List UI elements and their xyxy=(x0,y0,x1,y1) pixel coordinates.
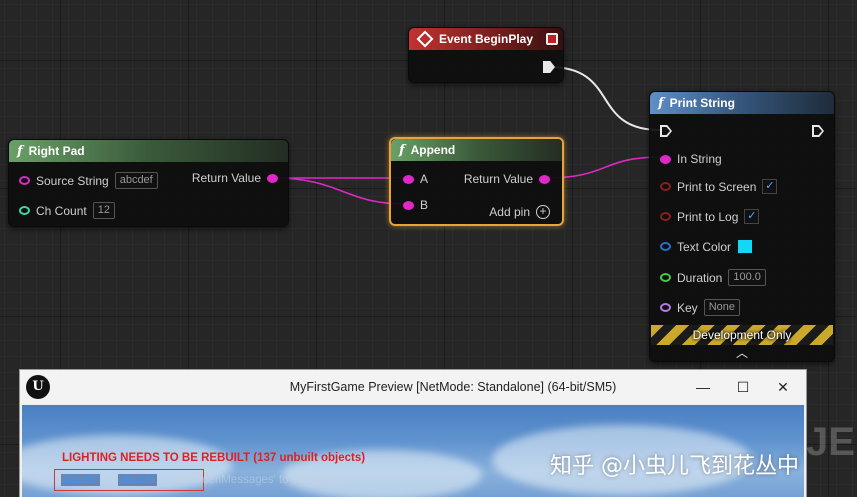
print-to-screen-checkbox[interactable]: ✓ xyxy=(762,179,778,194)
function-icon: f xyxy=(399,142,405,158)
key-label: Key xyxy=(677,300,698,315)
event-beginplay-header: Event BeginPlay xyxy=(409,28,563,50)
in-string-pin[interactable] xyxy=(660,154,671,164)
add-pin-label: Add pin xyxy=(489,205,530,219)
print-to-log-pin[interactable] xyxy=(660,212,671,221)
lighting-rebuild-warning: LIGHTING NEEDS TO BE REBUILT (137 unbuil… xyxy=(62,452,366,464)
append-title: Append xyxy=(410,143,456,157)
string-wire-rightpad-to-b xyxy=(273,177,406,205)
ch-count-label: Ch Count xyxy=(36,203,87,218)
right-pad-return-pin[interactable] xyxy=(267,173,278,183)
maximize-button[interactable]: ☐ xyxy=(728,376,758,398)
print-to-log-checkbox[interactable]: ✓ xyxy=(744,209,760,224)
right-pad-title: Right Pad xyxy=(28,144,85,158)
print-string-title: Print String xyxy=(669,96,735,110)
development-only-label: Development Only xyxy=(692,328,792,342)
append-b-label: B xyxy=(420,198,429,212)
append-header: f Append xyxy=(391,139,562,161)
right-pad-header: f Right Pad xyxy=(9,140,288,162)
print-to-screen-pin[interactable] xyxy=(660,182,671,191)
right-pad-node[interactable]: f Right Pad Source String abcdef Ch Coun… xyxy=(8,139,289,227)
corner-fragment: JE xyxy=(806,420,855,464)
exec-in-pin[interactable] xyxy=(660,125,672,137)
event-beginplay-node[interactable]: Event BeginPlay xyxy=(408,27,564,83)
minimize-button[interactable]: — xyxy=(688,376,718,398)
event-diamond-icon xyxy=(416,30,434,48)
append-node[interactable]: f Append A B Return Value Add pin + xyxy=(389,137,564,226)
function-icon: f xyxy=(17,143,23,159)
print-string-node[interactable]: f Print String In String Print to Screen… xyxy=(649,91,835,362)
function-icon: f xyxy=(658,95,664,111)
duration-pin[interactable] xyxy=(660,273,671,282)
source-string-input[interactable]: abcdef xyxy=(114,172,158,189)
preview-titlebar[interactable]: U MyFirstGame Preview [NetMode: Standalo… xyxy=(20,370,806,404)
watermark: 知乎 @小虫儿飞到花丛中 xyxy=(550,454,799,479)
event-beginplay-title: Event BeginPlay xyxy=(439,32,534,46)
screen-message: abcdef xyxy=(118,474,157,486)
source-string-pin[interactable] xyxy=(19,176,30,185)
ch-count-input[interactable]: 12 xyxy=(92,202,115,219)
collapse-arrow-icon[interactable]: ︿ xyxy=(736,347,748,359)
ch-count-pin[interactable] xyxy=(19,206,30,215)
duration-label: Duration xyxy=(677,270,723,285)
right-pad-return-label: Return Value xyxy=(191,171,261,185)
text-color-swatch[interactable] xyxy=(737,239,754,254)
append-a-label: A xyxy=(420,172,429,186)
append-a-pin[interactable] xyxy=(403,174,414,184)
append-return-pin[interactable] xyxy=(539,174,550,184)
add-icon: + xyxy=(536,205,550,219)
key-input[interactable]: None xyxy=(703,299,740,316)
development-only-strip: Development Only xyxy=(651,325,833,345)
close-button[interactable]: ✕ xyxy=(768,376,798,398)
event-delegate-icon xyxy=(546,33,558,45)
exec-wire xyxy=(548,66,661,131)
append-b-pin[interactable] xyxy=(403,200,414,210)
append-return-label: Return Value xyxy=(463,172,533,186)
print-to-screen-label: Print to Screen xyxy=(677,179,757,194)
exec-out-pin[interactable] xyxy=(543,61,555,73)
text-color-pin[interactable] xyxy=(660,242,671,251)
in-string-label: In String xyxy=(677,152,722,166)
exec-then-pin[interactable] xyxy=(812,125,824,137)
duration-input[interactable]: 100.0 xyxy=(728,269,766,286)
text-color-label: Text Color xyxy=(677,239,732,254)
add-pin-button[interactable]: Add pin + xyxy=(489,205,550,219)
suppress-hint: AllScreenMessages' to suppress xyxy=(172,474,339,486)
key-pin[interactable] xyxy=(660,303,671,312)
print-to-log-label: Print to Log xyxy=(677,209,739,224)
screen-message: abcdef xyxy=(61,474,100,486)
print-string-header: f Print String xyxy=(650,92,834,114)
source-string-label: Source String xyxy=(36,173,109,188)
